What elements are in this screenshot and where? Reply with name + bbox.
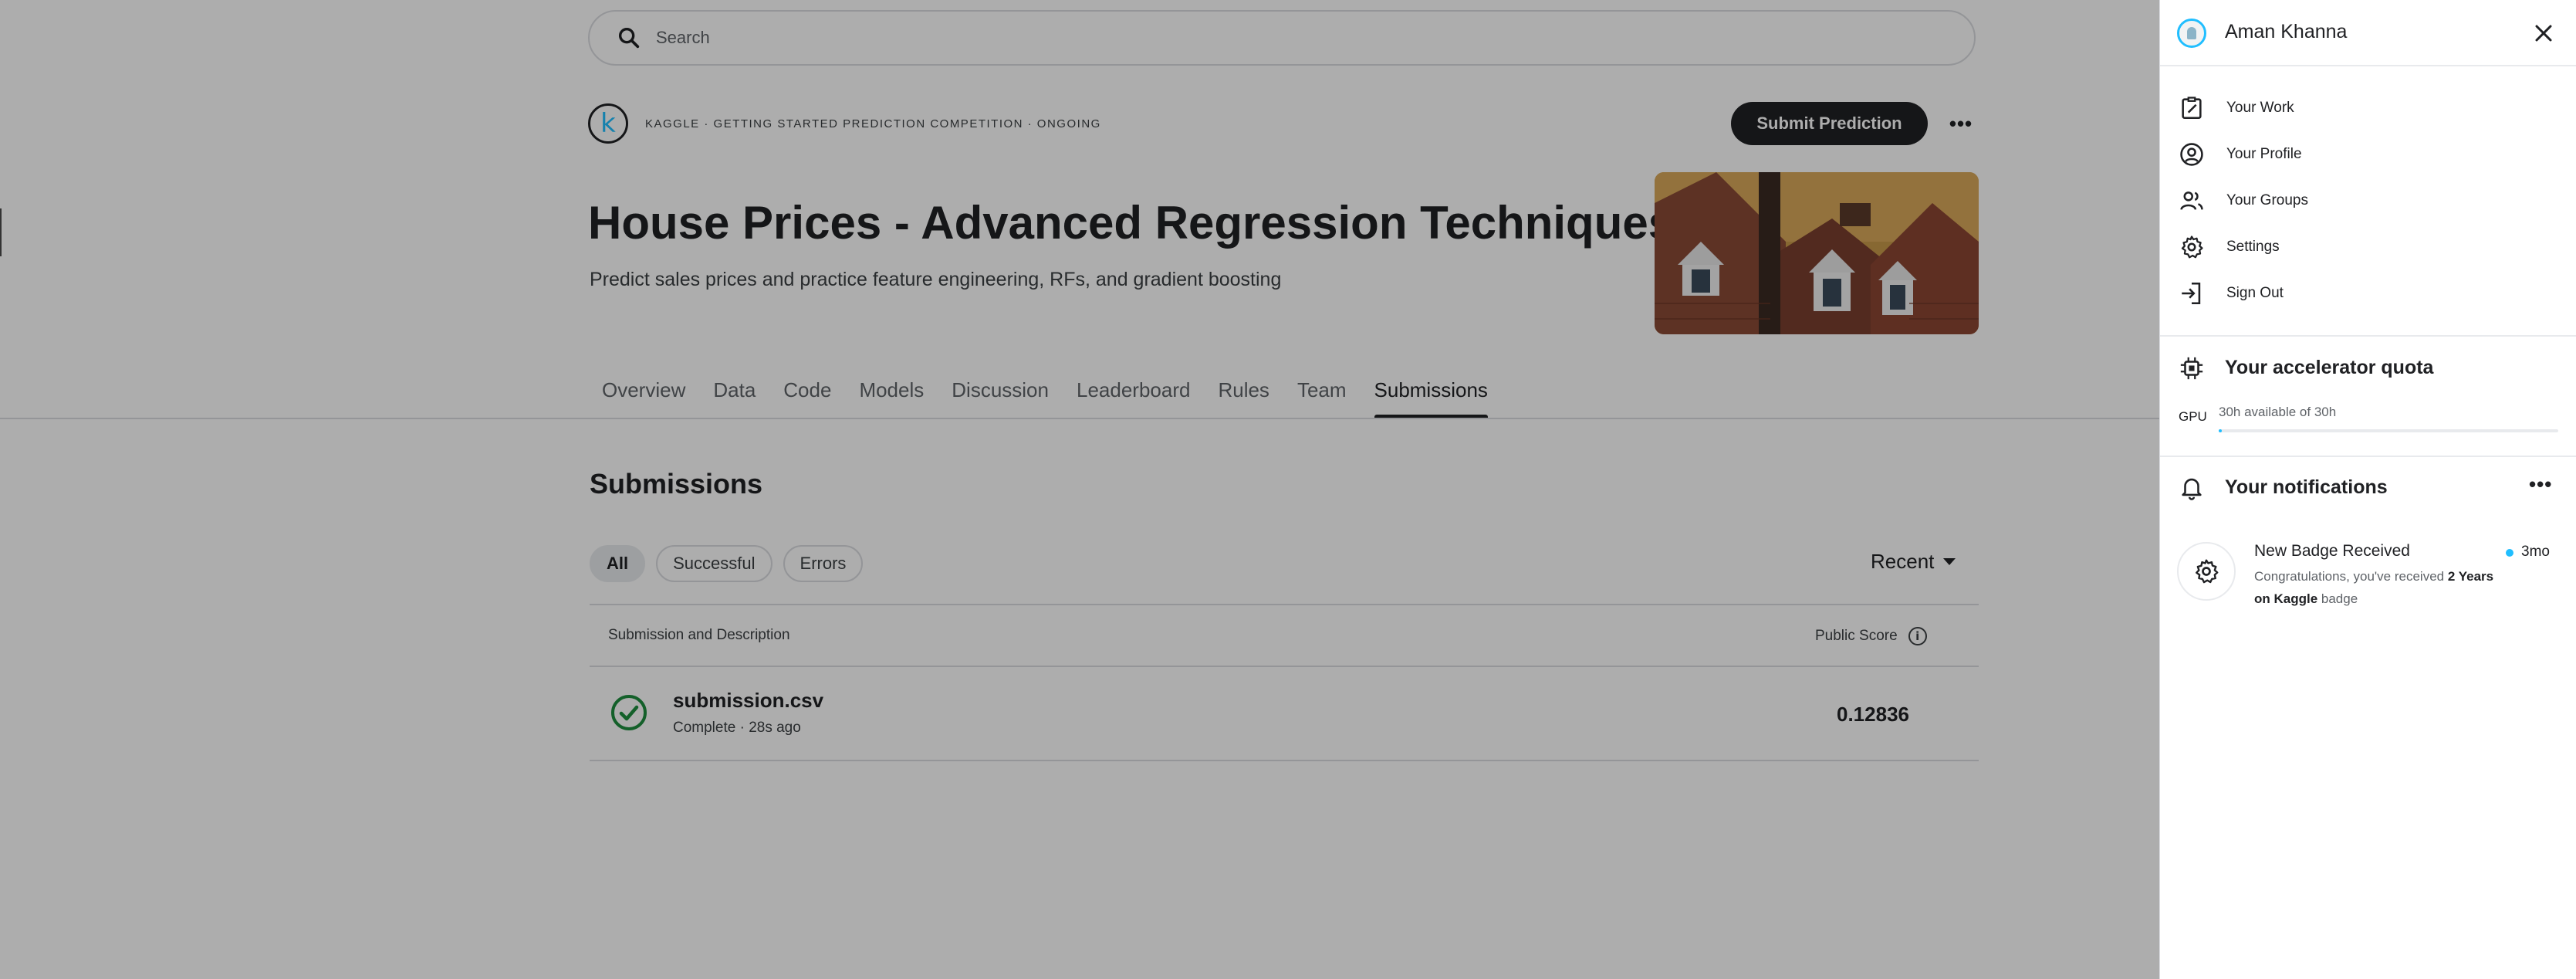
competition-page: k KAGGLE · GETTING STARTED PREDICTION CO… xyxy=(0,0,2159,979)
menu-item-label: Your Groups xyxy=(2226,192,2308,208)
bell-icon xyxy=(2182,478,2202,500)
unread-dot xyxy=(2506,549,2513,557)
gpu-quota-fill xyxy=(2219,429,2223,432)
menu-item-label: Your Profile xyxy=(2226,146,2302,162)
notification-time: 3mo xyxy=(2521,544,2550,560)
badge-icon xyxy=(2177,542,2236,601)
gpu-label: GPU xyxy=(2179,409,2207,424)
menu-item-settings[interactable]: Settings xyxy=(2160,224,2576,270)
notification-body: Congratulations, you've received 2 Years… xyxy=(2254,565,2501,610)
accelerator-chip-icon xyxy=(2180,357,2203,380)
gpu-availability: 30h available of 30h xyxy=(2219,405,2337,419)
notifications-title: Your notifications xyxy=(2225,476,2388,498)
notification-item[interactable]: New Badge Received Congratulations, you'… xyxy=(2177,542,2563,607)
panel-divider xyxy=(2160,335,2576,337)
avatar[interactable] xyxy=(2177,19,2206,48)
work-icon xyxy=(2182,97,2202,120)
panel-header: Aman Khanna xyxy=(2160,0,2576,66)
menu-item-your-groups[interactable]: Your Groups xyxy=(2160,178,2576,224)
menu-item-your-work[interactable]: Your Work xyxy=(2160,85,2576,131)
menu-item-label: Your Work xyxy=(2226,100,2294,116)
menu-item-your-profile[interactable]: Your Profile xyxy=(2160,131,2576,178)
user-menu: Your Work Your Profile Your Groups Setti… xyxy=(2160,85,2576,317)
notifications-more-icon[interactable]: ••• xyxy=(2529,473,2552,496)
quota-title: Your accelerator quota xyxy=(2225,357,2434,378)
menu-item-label: Settings xyxy=(2226,239,2280,255)
overlay-scrim[interactable] xyxy=(0,0,2159,979)
panel-divider xyxy=(2160,456,2576,457)
menu-item-sign-out[interactable]: Sign Out xyxy=(2160,270,2576,317)
scrim-edge-marker xyxy=(0,208,2,256)
menu-item-label: Sign Out xyxy=(2226,285,2284,301)
user-side-panel: Aman Khanna Your Work Your Profile Your … xyxy=(2159,0,2576,979)
notification-body-suffix: badge xyxy=(2317,591,2358,606)
gpu-quota-bar xyxy=(2219,429,2558,432)
user-name: Aman Khanna xyxy=(2225,21,2348,42)
close-icon[interactable] xyxy=(2527,17,2560,49)
profile-icon xyxy=(2180,143,2203,166)
notification-title: New Badge Received xyxy=(2254,542,2410,560)
sign-out-icon xyxy=(2182,282,2201,305)
gear-icon xyxy=(2181,235,2203,259)
notification-body-prefix: Congratulations, you've received xyxy=(2254,569,2448,584)
groups-icon xyxy=(2180,191,2203,210)
